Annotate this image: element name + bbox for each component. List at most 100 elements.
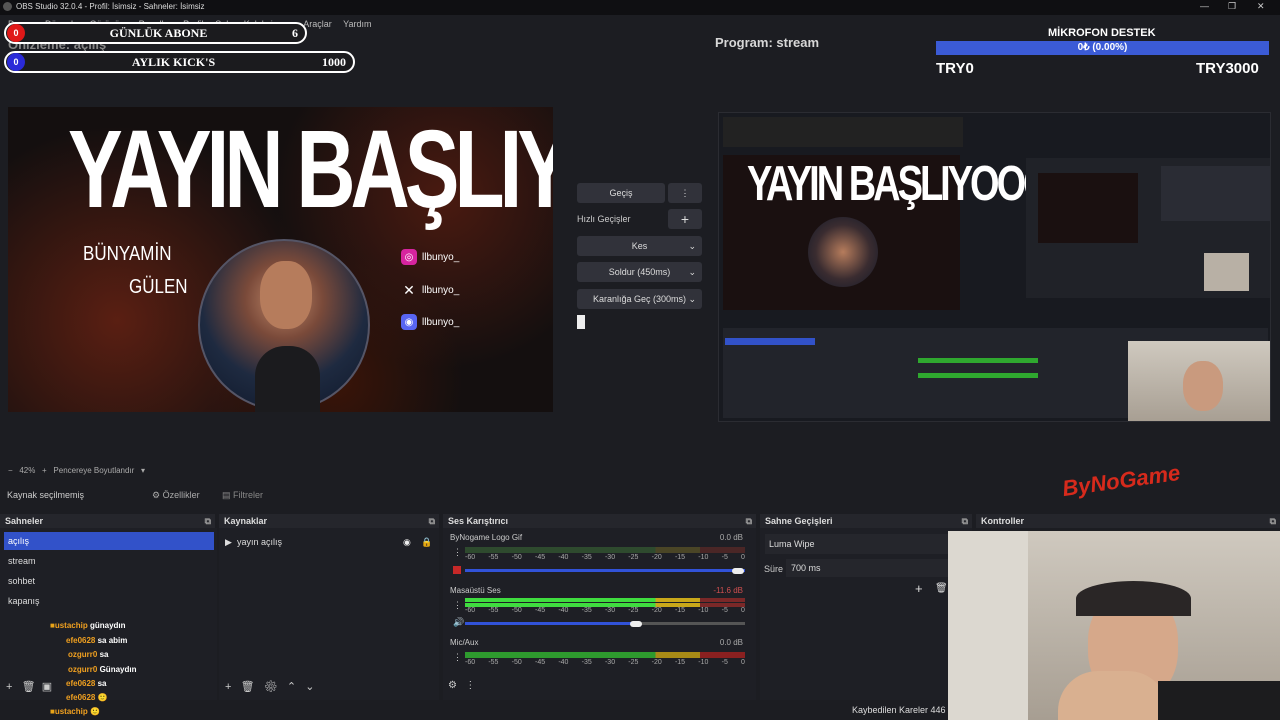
more-vertical-icon[interactable]: ⋮ — [453, 600, 462, 611]
donation-title: MİKROFON DESTEK — [1048, 27, 1156, 39]
filters-label: Filtreler — [233, 490, 264, 500]
mixer-channel: Mic/Aux 0.0 dB ⋮ -60 -55 -50 -45 -40 -35 -30 -2… — [450, 638, 745, 680]
preview-canvas[interactable]: YAYIN BAŞLIYOOOR BÜNYAMİN GÜLEN ◎ llbuny… — [8, 107, 553, 412]
daily-sub-target: 6 — [292, 25, 298, 40]
zoom-out-button[interactable]: − — [8, 466, 17, 475]
daily-sub-value: 0 — [7, 24, 25, 42]
tick-label: 0 — [741, 607, 745, 614]
dock-float-icon[interactable]: ⧉ — [962, 514, 968, 528]
level-meter — [465, 547, 745, 553]
zoom-in-button[interactable]: + — [38, 466, 52, 475]
scene-item-kapanis[interactable]: kapanış — [4, 592, 214, 610]
tick-label: -45 — [534, 554, 546, 561]
quick-transitions-label: Hızlı Geçişler — [577, 214, 631, 224]
move-down-icon[interactable]: ⌄ — [305, 681, 314, 693]
scene-filter-icon[interactable]: ▣ — [42, 681, 52, 693]
transition-select[interactable]: Luma Wipe — [765, 534, 965, 554]
nested-overlay-counters — [723, 117, 963, 147]
close-button[interactable]: ✕ — [1257, 1, 1265, 12]
filters-button[interactable]: ▤ Filtreler — [222, 490, 263, 501]
duration-input[interactable]: 700 ms — [786, 559, 966, 577]
channel-name: Masaüstü Ses — [450, 586, 501, 595]
dock-float-icon[interactable]: ⧉ — [429, 514, 435, 528]
scene-item-acilis[interactable]: açılış — [4, 532, 214, 550]
volume-knob[interactable] — [630, 621, 642, 627]
tick-label: -40 — [558, 659, 569, 666]
add-source-button[interactable]: + — [225, 681, 231, 693]
trash-icon[interactable]: 🗑 — [22, 681, 36, 693]
add-quick-transition-button[interactable]: + — [668, 209, 702, 229]
dock-float-icon[interactable]: ⧉ — [746, 514, 752, 528]
tick-label: -10 — [698, 554, 709, 561]
transitions-dock: Luma Wipe Süre 700 ms + 🗑 — [760, 528, 972, 700]
chat-user: efe0628 — [66, 679, 96, 688]
more-vertical-icon[interactable]: ⋮ — [465, 680, 475, 691]
tick-label: 0 — [741, 554, 745, 561]
source-item[interactable]: ▶ yayın açılış ◉ 🔒 — [225, 534, 435, 550]
x-handle: llbunyo_ — [422, 284, 460, 296]
channel-name: ByNogame Logo Gif — [450, 533, 523, 542]
scene-item-sohbet[interactable]: sohbet — [4, 572, 214, 590]
chevron-down-icon: ⌄ — [688, 293, 696, 304]
program-canvas: YAYIN BAŞLIYOOOR — [718, 112, 1271, 422]
nested-program — [1026, 158, 1270, 298]
quick-transition-label: Karanlığa Geç (300ms) — [592, 294, 687, 304]
menu-help[interactable]: Yardım — [343, 19, 371, 29]
minimize-button[interactable]: — — [1200, 1, 1209, 11]
transition-button[interactable]: Geçiş — [577, 183, 665, 203]
zoom-mode-select[interactable]: Pencereye Boyutlandır — [53, 466, 134, 475]
volume-slider[interactable] — [465, 622, 641, 625]
restore-button[interactable]: ❐ — [1228, 1, 1236, 12]
webcam-hand — [1058, 671, 1168, 720]
daily-sub-counter: 0 GÜNLÜK ABONE 6 — [4, 22, 307, 44]
scenes-dock: açılış stream sohbet kapanış — [0, 528, 217, 700]
play-icon[interactable]: ▶ — [225, 537, 232, 547]
advanced-audio-icon[interactable]: ⚙ — [448, 680, 457, 691]
social-discord: ◉ llbunyo_ — [401, 314, 459, 330]
chat-user: ustachip — [54, 621, 88, 630]
gear-icon[interactable]: ⚙ — [264, 681, 278, 693]
tick-label: -60 — [465, 659, 476, 666]
x-icon: ✕ — [403, 281, 415, 298]
chat-message: ■ustachip günaydın — [50, 621, 126, 630]
chat-text: günaydın — [89, 621, 126, 630]
add-transition-button[interactable]: + — [915, 581, 923, 596]
tick-label: -50 — [511, 607, 522, 614]
source-item-label: yayın açılış — [236, 537, 282, 547]
trash-icon[interactable]: 🗑 — [241, 681, 255, 693]
more-vertical-icon[interactable]: ⋮ — [453, 547, 462, 558]
avatar-body — [255, 346, 320, 412]
streamer-first-name: BÜNYAMİN — [83, 242, 172, 265]
dock-float-icon[interactable]: ⧉ — [205, 514, 211, 528]
chat-message: efe0628 sa abim — [66, 636, 127, 645]
quick-transition-fade[interactable]: Soldur (450ms) ⌄ — [577, 262, 702, 282]
channel-db: 0.0 dB — [719, 533, 743, 542]
lock-icon[interactable]: 🔒 — [421, 534, 432, 550]
chat-message: efe0628 🙂 — [66, 693, 108, 702]
menu-tools[interactable]: Araçlar — [303, 19, 332, 29]
transition-menu-button[interactable]: ⋮ — [668, 183, 702, 203]
volume-knob[interactable] — [732, 568, 744, 574]
controls-dock-header: Kontroller ⧉ — [976, 514, 1280, 528]
tick-label: -35 — [581, 659, 592, 666]
move-up-icon[interactable]: ⌃ — [287, 681, 296, 693]
chat-text: Günaydın — [99, 665, 137, 674]
speaker-icon[interactable]: 🔊 — [453, 617, 464, 628]
trash-icon[interactable]: 🗑 — [935, 583, 948, 594]
nested-scene-selected — [725, 338, 815, 345]
zoom-row: − 42% + Pencereye Boyutlandır ▾ — [8, 466, 145, 475]
volume-slider[interactable] — [465, 569, 745, 572]
quick-transition-cut[interactable]: Kes ⌄ — [577, 236, 702, 256]
visibility-eye-icon[interactable]: ◉ — [403, 534, 411, 550]
t-bar-slider[interactable] — [577, 315, 585, 329]
monthly-kicks-label: AYLIK KICK'S — [131, 54, 216, 69]
dock-float-icon[interactable]: ⧉ — [1270, 514, 1276, 528]
more-vertical-icon[interactable]: ⋮ — [453, 652, 462, 663]
properties-button[interactable]: ⚙ Özellikler — [152, 490, 200, 501]
muted-speaker-icon[interactable] — [453, 566, 461, 574]
sources-toolbar: + 🗑 ⚙ ⌃ ⌄ — [225, 680, 315, 693]
quick-transition-fade-black[interactable]: Karanlığa Geç (300ms) ⌄ — [577, 289, 702, 309]
add-scene-button[interactable]: + — [6, 681, 12, 693]
scene-item-stream[interactable]: stream — [4, 552, 214, 570]
chat-user: ustachip — [54, 707, 88, 716]
